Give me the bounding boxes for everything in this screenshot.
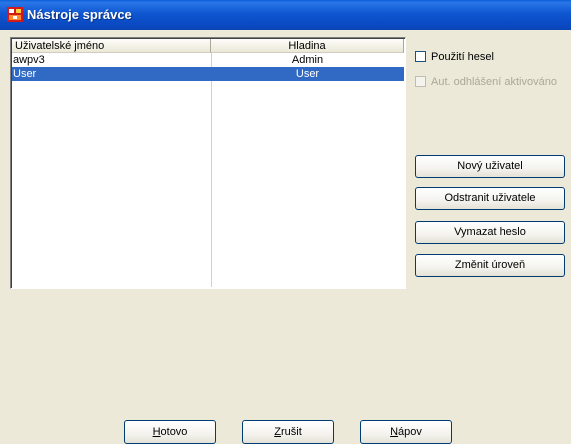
column-divider — [211, 53, 212, 287]
auto-logout-checkbox — [415, 76, 426, 87]
help-button[interactable]: Nápov — [360, 420, 452, 444]
use-passwords-label: Použití hesel — [431, 50, 494, 63]
help-accel: N — [390, 426, 399, 438]
ok-accel: H — [152, 426, 161, 438]
change-level-button[interactable]: Změnit úroveň — [415, 254, 565, 277]
list-header: Uživatelské jméno Hladina — [12, 39, 404, 53]
use-passwords-option[interactable]: Použití hesel — [415, 50, 494, 63]
clear-password-button[interactable]: Vymazat heslo — [415, 221, 565, 244]
list-item-level: User — [295, 68, 320, 80]
list-item[interactable]: awpv3 Admin — [12, 53, 404, 67]
ok-button[interactable]: Hotovo — [124, 420, 216, 444]
auto-logout-option: Aut. odhlášení aktivováno — [415, 75, 557, 88]
remove-user-button[interactable]: Odstranit uživatele — [415, 187, 565, 210]
list-item-level: Admin — [291, 54, 324, 66]
column-header-level[interactable]: Hladina — [211, 39, 404, 53]
column-header-username[interactable]: Uživatelské jméno — [12, 39, 211, 53]
app-tools-icon — [7, 7, 23, 22]
cancel-label: rušit — [280, 426, 302, 438]
ok-label: otovo — [160, 426, 188, 438]
user-list[interactable]: Uživatelské jméno Hladina awpv3 Admin Us… — [10, 37, 406, 289]
list-item-username: User — [13, 68, 37, 80]
list-item-username: awpv3 — [13, 54, 45, 66]
new-user-button[interactable]: Nový uživatel — [415, 155, 565, 178]
window-title: Nástroje správce — [27, 7, 132, 22]
use-passwords-checkbox[interactable] — [415, 51, 426, 62]
title-bar[interactable]: Nástroje správce — [0, 0, 571, 30]
list-item[interactable]: User User — [12, 67, 404, 81]
cancel-button[interactable]: Zrušit — [242, 420, 334, 444]
list-rows: awpv3 Admin User User — [12, 53, 404, 81]
cancel-accel: Z — [274, 426, 281, 438]
help-label: ápov — [398, 426, 422, 438]
auto-logout-label: Aut. odhlášení aktivováno — [431, 75, 557, 88]
